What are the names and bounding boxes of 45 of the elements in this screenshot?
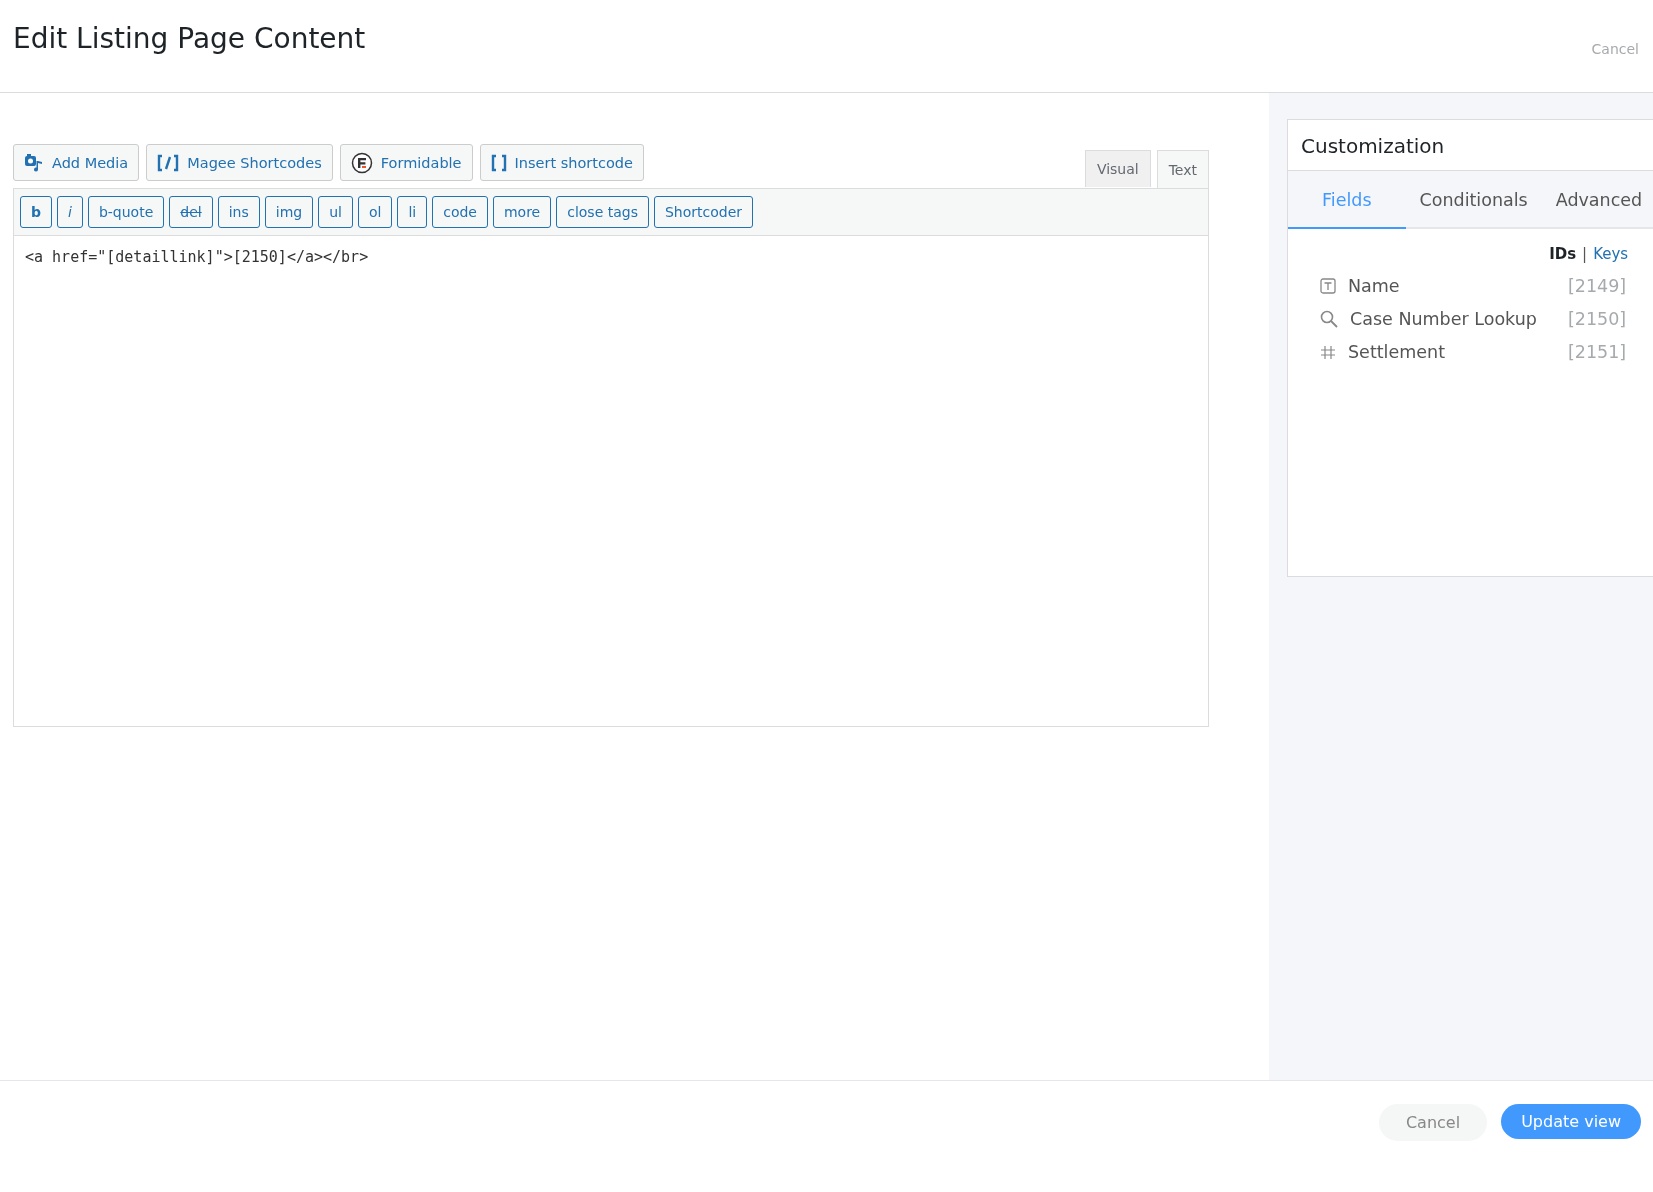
cancel-button[interactable]: Cancel bbox=[1378, 1104, 1488, 1141]
update-view-button[interactable]: Update view bbox=[1501, 1104, 1641, 1139]
format-button[interactable]: li bbox=[397, 196, 428, 228]
id-mode-link[interactable]: Keys bbox=[1593, 245, 1629, 263]
panel-tab[interactable]: Fields bbox=[1288, 171, 1406, 229]
field-name: Name bbox=[1348, 275, 1401, 296]
text-field-icon bbox=[1320, 277, 1336, 294]
toolbar-button[interactable]: Magee Shortcodes bbox=[146, 144, 333, 181]
search-icon bbox=[1320, 309, 1338, 328]
format-button[interactable]: b bbox=[20, 196, 53, 228]
format-button[interactable]: del bbox=[169, 196, 213, 228]
page-title: Edit Listing Page Content bbox=[13, 22, 366, 55]
format-button[interactable]: ul bbox=[318, 196, 353, 228]
field-id: [2149] bbox=[1568, 275, 1627, 296]
field-id: [2151] bbox=[1568, 341, 1627, 362]
toolbar-button[interactable]: Insert shortcode bbox=[479, 144, 644, 181]
format-button[interactable]: code bbox=[432, 196, 488, 228]
formidable-logo-icon bbox=[350, 151, 373, 174]
editor-tab[interactable]: Text bbox=[1156, 150, 1209, 188]
toolbar-button[interactable]: Add Media bbox=[13, 144, 140, 181]
field-item[interactable]: Case Number Lookup [2150] bbox=[1320, 302, 1627, 335]
separator-text: | bbox=[1582, 245, 1588, 263]
format-button[interactable]: ins bbox=[217, 196, 260, 228]
format-button[interactable]: ol bbox=[357, 196, 393, 228]
format-button[interactable]: Shortcoder bbox=[654, 196, 754, 228]
format-button[interactable]: img bbox=[264, 196, 314, 228]
editor-tab[interactable]: Visual bbox=[1084, 150, 1151, 187]
media-icon bbox=[24, 152, 44, 173]
toolbar-button[interactable]: Formidable bbox=[339, 144, 473, 181]
panel-tab[interactable]: Conditionals bbox=[1405, 171, 1542, 229]
field-item[interactable]: Settlement [2151] bbox=[1320, 335, 1627, 368]
field-name: Case Number Lookup bbox=[1350, 308, 1538, 329]
panel-tab[interactable]: Advanced bbox=[1541, 171, 1653, 229]
brackets-icon bbox=[490, 153, 507, 172]
format-button[interactable]: b-quote bbox=[87, 196, 165, 228]
field-item[interactable]: Name [2149] bbox=[1320, 269, 1627, 302]
id-mode-link[interactable]: IDs bbox=[1549, 245, 1577, 263]
field-id: [2150] bbox=[1568, 308, 1627, 329]
editor-textarea[interactable]: <a href="[detaillink]">[2150]</a></br> bbox=[14, 236, 1208, 726]
format-button[interactable]: close tags bbox=[556, 196, 649, 228]
field-name: Settlement bbox=[1348, 341, 1446, 362]
format-button[interactable]: more bbox=[492, 196, 552, 228]
format-button[interactable]: i bbox=[57, 196, 83, 228]
shortcode-brackets-icon bbox=[157, 153, 180, 172]
hash-icon bbox=[1320, 343, 1336, 360]
